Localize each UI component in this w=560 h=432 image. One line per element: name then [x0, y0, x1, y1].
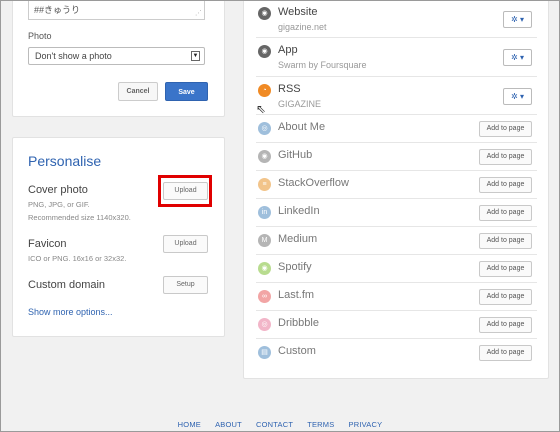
- rss-icon: ◔: [258, 84, 271, 97]
- add-custom-button[interactable]: Add to page: [479, 345, 532, 361]
- highlight-box: [158, 175, 212, 207]
- service-name: Spotify: [278, 261, 312, 273]
- cover-photo-hint: PNG, JPG, or GIF.: [28, 200, 90, 209]
- app-icon: ◉: [258, 45, 271, 58]
- service-name: GitHub: [278, 149, 313, 161]
- cover-photo-label: Cover photo: [28, 184, 88, 196]
- add-github-button[interactable]: Add to page: [479, 149, 532, 165]
- cancel-button[interactable]: Cancel: [118, 82, 158, 101]
- dribbble-icon: ◎: [258, 318, 271, 331]
- chevron-down-icon: ▼: [191, 51, 200, 61]
- footer-link-contact[interactable]: CONTACT: [256, 420, 293, 429]
- service-sub: GIGAZINE: [278, 99, 322, 109]
- service-sub: Swarm by Foursquare: [278, 60, 367, 70]
- divider: [256, 198, 537, 199]
- divider: [256, 114, 537, 115]
- service-name: App: [278, 44, 298, 56]
- favicon-hint: ICO or PNG. 16x16 or 32x32.: [28, 254, 127, 263]
- bio-textarea-value: ##きゅうり: [34, 5, 81, 15]
- rss-settings-button[interactable]: ✲ ▾: [503, 88, 532, 105]
- service-name: Medium: [278, 233, 318, 245]
- footer-link-about[interactable]: ABOUT: [215, 420, 242, 429]
- custom-domain-label: Custom domain: [28, 279, 106, 291]
- medium-icon: M: [258, 234, 271, 247]
- divider: [256, 226, 537, 227]
- custom-domain-setup-button[interactable]: Setup: [163, 276, 208, 294]
- footer-link-privacy[interactable]: PRIVACY: [349, 420, 383, 429]
- service-name: Dribbble: [278, 317, 319, 329]
- show-more-options-link[interactable]: Show more options...: [28, 307, 113, 317]
- divider: [256, 282, 537, 283]
- divider: [256, 310, 537, 311]
- add-medium-button[interactable]: Add to page: [479, 233, 532, 249]
- service-name: StackOverflow: [278, 177, 349, 189]
- cover-photo-size-hint: Recommended size 1140x320.: [28, 213, 131, 222]
- photo-label: Photo: [28, 31, 52, 41]
- service-name: Last.fm: [278, 289, 315, 301]
- add-spotify-button[interactable]: Add to page: [479, 261, 532, 277]
- add-linkedin-button[interactable]: Add to page: [479, 205, 532, 221]
- add-about-me-button[interactable]: Add to page: [479, 121, 532, 137]
- service-name: RSS: [278, 83, 301, 95]
- github-icon: ◉: [258, 150, 271, 163]
- custom-icon: ▤: [258, 346, 271, 359]
- divider: [256, 254, 537, 255]
- footer-nav: HOME ABOUT CONTACT TERMS PRIVACY: [0, 420, 560, 429]
- service-name: LinkedIn: [278, 205, 320, 217]
- service-sub: gigazine.net: [278, 22, 327, 32]
- aboutme-icon: ◎: [258, 122, 271, 135]
- app-settings-button[interactable]: ✲ ▾: [503, 49, 532, 66]
- favicon-label: Favicon: [28, 238, 67, 250]
- add-lastfm-button[interactable]: Add to page: [479, 289, 532, 305]
- service-name: Custom: [278, 345, 316, 357]
- divider: [256, 76, 537, 77]
- photo-select[interactable]: Don't show a photo ▼: [28, 47, 205, 65]
- bio-textarea[interactable]: ##きゅうり ⋰: [28, 0, 205, 20]
- linkedin-icon: in: [258, 206, 271, 219]
- add-stackoverflow-button[interactable]: Add to page: [479, 177, 532, 193]
- add-dribbble-button[interactable]: Add to page: [479, 317, 532, 333]
- photo-select-value: Don't show a photo: [35, 51, 112, 61]
- website-settings-button[interactable]: ✲ ▾: [503, 11, 532, 28]
- divider: [256, 142, 537, 143]
- divider: [256, 338, 537, 339]
- favicon-upload-button[interactable]: Upload: [163, 235, 208, 253]
- save-button[interactable]: Save: [165, 82, 208, 101]
- service-name: Website: [278, 6, 318, 18]
- spotify-icon: ◉: [258, 262, 271, 275]
- stackoverflow-icon: ≡: [258, 178, 271, 191]
- resize-handle-icon[interactable]: ⋰: [195, 9, 202, 17]
- service-name: About Me: [278, 121, 326, 133]
- lastfm-icon: ∞: [258, 290, 271, 303]
- footer-link-terms[interactable]: TERMS: [307, 420, 334, 429]
- divider: [256, 37, 537, 38]
- globe-icon: ◉: [258, 7, 271, 20]
- footer-link-home[interactable]: HOME: [178, 420, 201, 429]
- divider: [256, 170, 537, 171]
- personalise-title: Personalise: [28, 153, 102, 169]
